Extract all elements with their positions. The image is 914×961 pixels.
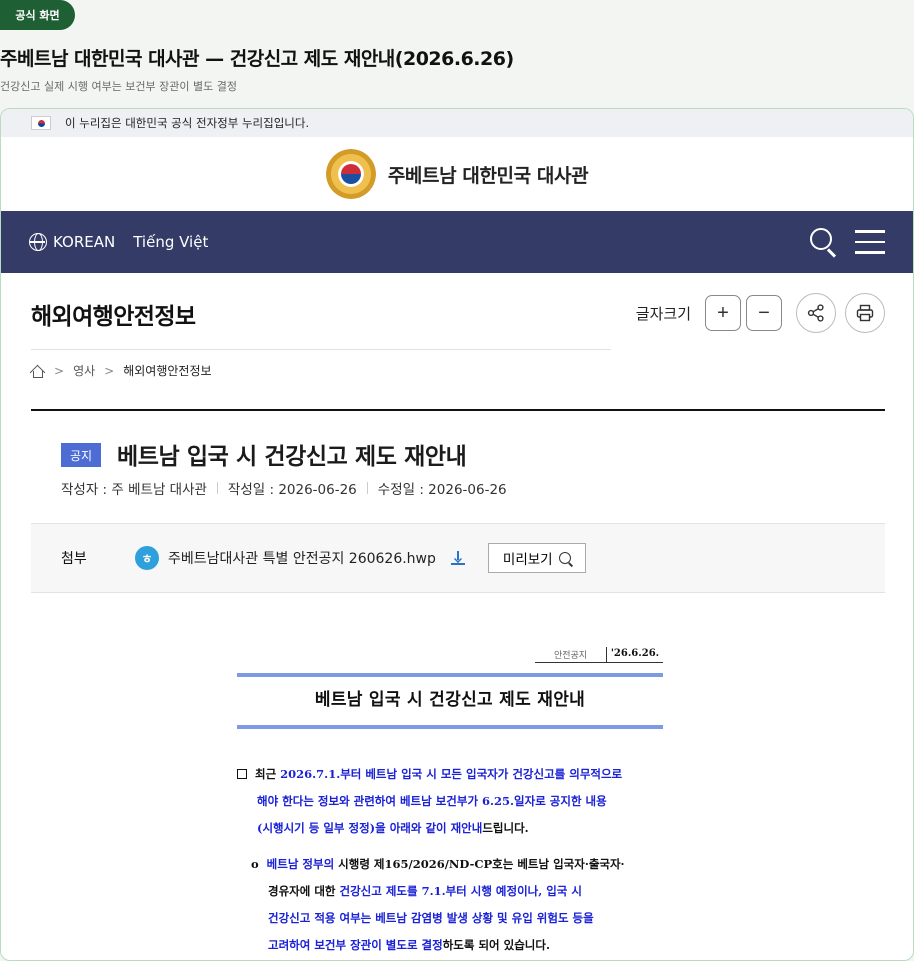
gov-notice-text: 이 누리집은 대한민국 공식 전자정부 누리집입니다. <box>65 116 310 130</box>
page-heading: 주베트남 대한민국 대사관 — 건강신고 제도 재안내(2026.6.26) <box>0 48 514 70</box>
site-name: 주베트남 대한민국 대사관 <box>387 164 589 187</box>
globe-icon <box>29 233 47 251</box>
attachment-box: 첨부 ㅎ 주베트남대사관 특별 안전공지 260626.hwp 미리보기 <box>31 523 885 593</box>
page-subheading: 건강신고 실제 시행 여부는 보건부 장관이 별도 결정 <box>0 80 237 93</box>
document-stamp-label: 안전공지 <box>535 647 607 662</box>
breadcrumb-separator: > <box>54 363 65 378</box>
main-navbar: KOREAN Tiếng Việt <box>1 211 913 273</box>
document-top-bar <box>237 673 663 677</box>
breadcrumb-current[interactable]: 해외여행안전정보 <box>123 362 211 379</box>
font-decrease-button[interactable]: − <box>746 295 782 331</box>
square-bullet-icon <box>237 769 247 779</box>
menu-icon[interactable] <box>855 230 885 254</box>
gov-notice-strip: 이 누리집은 대한민국 공식 전자정부 누리집입니다. <box>1 109 913 137</box>
content-top-rule <box>31 409 885 411</box>
document-stamp: 안전공지 '26.6.26. <box>535 647 663 663</box>
share-icon <box>807 304 824 322</box>
korea-flag-icon <box>31 116 51 130</box>
font-size-label: 글자크기 <box>635 304 691 323</box>
lang-vietnamese-link[interactable]: Tiếng Việt <box>133 233 208 251</box>
search-icon[interactable] <box>809 227 839 258</box>
document-stamp-date: '26.6.26. <box>610 648 660 659</box>
print-button[interactable] <box>845 293 885 333</box>
preview-button[interactable]: 미리보기 <box>487 543 586 573</box>
embassy-emblem-icon <box>325 149 376 199</box>
font-increase-button[interactable]: + <box>705 295 741 331</box>
official-screen-badge: 공식 화면 <box>0 0 75 30</box>
download-icon[interactable] <box>450 550 466 566</box>
section-title: 해외여행안전정보 <box>31 304 196 330</box>
document-title: 베트남 입국 시 건강신고 제도 재안내 <box>314 690 586 710</box>
attachment-file-link[interactable]: 주베트남대사관 특별 안전공지 260626.hwp <box>168 548 436 568</box>
document-bottom-bar <box>237 725 663 729</box>
magnifier-icon <box>558 552 571 564</box>
preview-label: 미리보기 <box>502 552 553 567</box>
article-meta: 작성자 : 주 베트남 대사관 작성일 : 2026-06-26 수정일 : 2… <box>61 478 507 498</box>
breadcrumb: > 영사 > 해외여행안전정보 <box>29 362 212 380</box>
lang-korean-label: KOREAN <box>53 233 116 251</box>
section-header: 해외여행안전정보 글자크기 + − <box>1 273 913 351</box>
document-paragraph-2: o 베트남 정부의 시행령 제165/2026/ND-CP호는 베트남 입국자·출… <box>251 857 625 952</box>
page-tools: 글자크기 + − <box>636 293 885 333</box>
hwp-file-icon: ㅎ <box>135 546 159 570</box>
breadcrumb-separator: > <box>104 363 115 378</box>
share-button[interactable] <box>796 293 836 333</box>
site-logo[interactable]: 주베트남 대한민국 대사관 <box>1 137 913 211</box>
article-author: 작성자 : 주 베트남 대사관 <box>61 482 207 498</box>
breadcrumb-consular[interactable]: 영사 <box>73 362 95 379</box>
lang-korean-link[interactable]: KOREAN <box>29 233 115 251</box>
browser-frame: 이 누리집은 대한민국 공식 전자정부 누리집입니다. 주베트남 대한민국 대사… <box>0 108 914 961</box>
home-icon[interactable] <box>29 364 46 380</box>
notice-tag: 공지 <box>61 443 101 467</box>
attachment-label: 첨부 <box>61 551 87 567</box>
article-modified-date: 수정일 : 2026-06-26 <box>377 482 507 498</box>
document-paragraph-1: 최근 2026.7.1.부터 베트남 입국 시 모든 입국자가 건강신고를 의무… <box>237 761 667 842</box>
section-divider <box>31 349 611 350</box>
print-icon <box>856 304 874 322</box>
article-title: 베트남 입국 시 건강신고 제도 재안내 <box>117 444 467 470</box>
article-created-date: 작성일 : 2026-06-26 <box>227 482 357 498</box>
